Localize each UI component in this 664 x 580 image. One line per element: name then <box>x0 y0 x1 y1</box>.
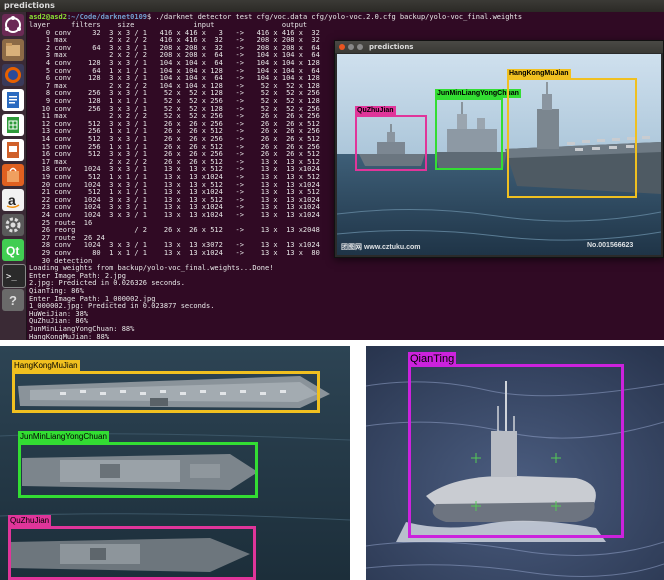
terminal-icon[interactable]: >_ <box>2 264 26 288</box>
label-junminliangyongchuan: JunMinLiangYongChuan <box>18 431 109 442</box>
prompt-user: asd2@asd2 <box>29 13 67 21</box>
svg-text:>_: >_ <box>6 272 17 282</box>
predictions-title-bar[interactable]: predictions <box>335 41 663 53</box>
settings-icon[interactable] <box>2 214 24 236</box>
watermark-right: No.001566623 <box>587 242 634 249</box>
prompt-command: $ ./darknet detector test cfg/voc.data c… <box>147 13 523 21</box>
label-qianting: QianTing <box>408 352 457 366</box>
maximize-icon[interactable] <box>357 44 363 50</box>
help-icon[interactable]: ? <box>2 289 24 311</box>
bbox-qianting <box>408 364 624 538</box>
close-icon[interactable] <box>339 44 345 50</box>
terminal-line: HangKongMuJian: 88% <box>29 332 110 340</box>
bbox-junminliangyongchuan <box>18 442 258 498</box>
window-title: predictions <box>4 1 55 10</box>
bbox-junminliangyongchuan <box>435 98 503 170</box>
label-quzhujian: QuZhuJian <box>355 106 396 115</box>
qt-icon[interactable]: Qt <box>2 239 24 261</box>
svg-text:a: a <box>8 192 16 208</box>
bbox-hangkongmujian <box>507 78 637 198</box>
window-title-bar: predictions <box>0 0 664 12</box>
firefox-icon[interactable] <box>2 64 24 86</box>
svg-text:?: ? <box>9 293 17 308</box>
impress-icon[interactable] <box>2 139 24 161</box>
dash-icon[interactable] <box>2 14 24 36</box>
predictions-title: predictions <box>369 43 414 51</box>
detection-result-submarine: QianTing <box>366 346 664 580</box>
bbox-quzhujian <box>8 526 256 580</box>
detection-result-ships: HangKongMuJian JunMinLiangYongChuan QuZh… <box>0 346 350 580</box>
software-center-icon[interactable] <box>2 164 24 186</box>
label-hangkongmujian: HangKongMuJian <box>12 360 80 371</box>
prompt-path: :~/Code/darknet0109 <box>66 13 148 21</box>
calc-icon[interactable] <box>2 114 24 136</box>
bbox-hangkongmujian <box>12 371 320 413</box>
desktop-screenshot: predictions a Qt >_ ? asd2@asd2:~/Code/d… <box>0 0 664 340</box>
files-icon[interactable] <box>2 39 24 61</box>
svg-text:Qt: Qt <box>6 244 19 258</box>
bbox-quzhujian <box>355 115 427 171</box>
predictions-image: QuZhuJian JunMinLiangYongChuan HangKongM… <box>337 54 661 255</box>
prompt-line: asd2@asd2:~/Code/darknet0109$ ./darknet … <box>29 13 522 21</box>
minimize-icon[interactable] <box>348 44 354 50</box>
label-hangkongmujian: HangKongMuJian <box>507 69 571 78</box>
watermark-left: 团图网 www.cztuku.com <box>341 244 421 251</box>
writer-icon[interactable] <box>2 89 24 111</box>
unity-launcher: a Qt >_ ? <box>0 12 27 340</box>
label-quzhujian: QuZhuJian <box>8 515 52 526</box>
amazon-icon[interactable]: a <box>2 189 24 211</box>
predictions-window[interactable]: predictions QuZhuJian JunMinLiangYongChu… <box>334 40 664 258</box>
